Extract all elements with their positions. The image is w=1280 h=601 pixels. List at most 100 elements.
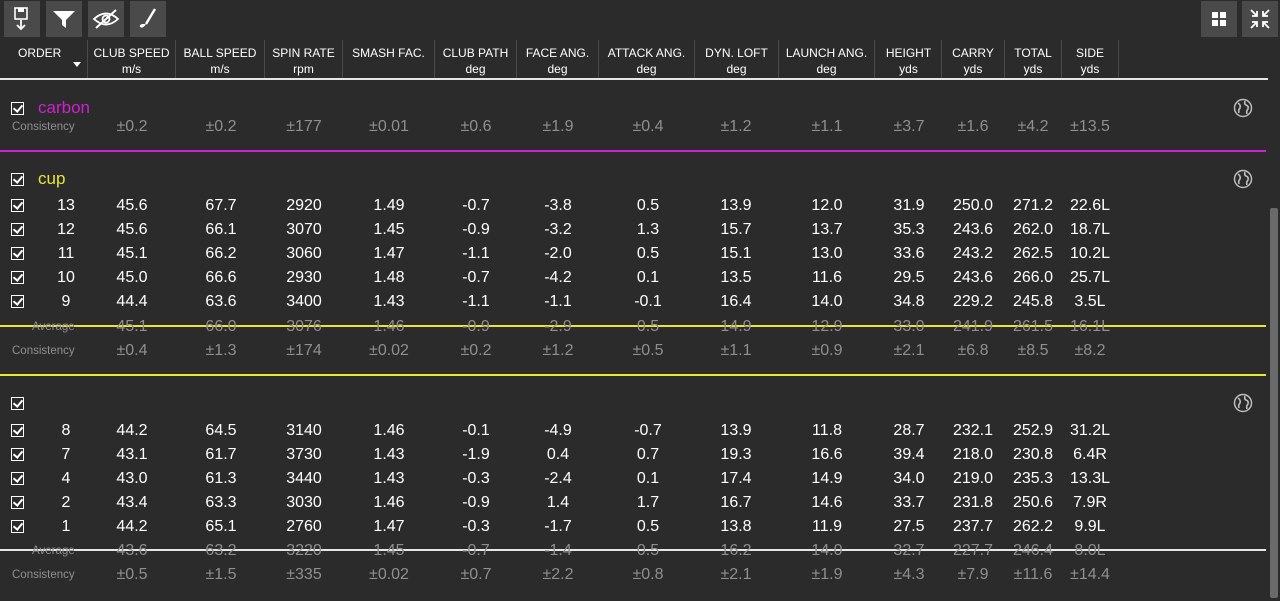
- shot-checkbox[interactable]: [11, 520, 24, 533]
- column-unit: yds: [963, 62, 983, 76]
- value-club-path: ±0.7: [460, 566, 492, 583]
- shot-row[interactable]: 7 43.1 61.7 3730 1.43 -1.9 0.4 0.7 19.3 16.6 39.4 2…: [0, 443, 1266, 467]
- value-club-speed: 44.2: [116, 422, 148, 439]
- column-header-ball-speed[interactable]: BALL SPEED m/s: [176, 40, 265, 78]
- save-down-button[interactable]: [4, 1, 40, 37]
- value-smash-fac: 1.43: [373, 446, 405, 463]
- value-smash-fac: 1.47: [373, 518, 405, 535]
- column-unit: m/s: [210, 62, 230, 76]
- column-unit: deg: [465, 62, 486, 76]
- value-smash-fac: 1.46: [373, 422, 405, 439]
- column-header-order[interactable]: ORDER: [0, 40, 88, 78]
- sort-desc-icon[interactable]: [73, 62, 81, 67]
- column-header-carry[interactable]: CARRY yds: [942, 40, 1005, 78]
- value-ball-speed: 65.1: [205, 518, 237, 535]
- shot-order: 2: [61, 494, 71, 511]
- value-dyn-loft: 16.2: [720, 542, 752, 559]
- column-header-face-ang[interactable]: FACE ANG. deg: [517, 40, 599, 78]
- value-dyn-loft: 17.4: [720, 470, 752, 487]
- column-label: BALL SPEED: [183, 46, 257, 60]
- column-unit: yds: [1080, 62, 1100, 76]
- shot-checkbox[interactable]: [11, 472, 24, 485]
- value-spin-rate: 3730: [286, 446, 322, 463]
- group-unnamed: 8 44.2 64.5 3140 1.46 -0.1 -4.9 -0.7 13.9 11.8 2 8.…: [0, 80, 1266, 601]
- shot-checkbox[interactable]: [11, 448, 24, 461]
- value-spin-rate: 3140: [286, 422, 322, 439]
- value-side: 9.9L: [1074, 518, 1106, 535]
- value-dyn-loft: ±2.1: [720, 566, 752, 583]
- value-spin-rate: ±335: [286, 566, 322, 583]
- value-launch-ang: 14.6: [811, 494, 843, 511]
- column-header-side[interactable]: SIDE yds: [1062, 40, 1119, 78]
- shot-checkbox[interactable]: [11, 424, 24, 437]
- column-label: LAUNCH ANG.: [785, 46, 868, 60]
- column-unit: deg: [547, 62, 568, 76]
- value-club-path: -1.9: [462, 446, 490, 463]
- hide-button[interactable]: [88, 1, 124, 37]
- column-header-attack-ang[interactable]: ATTACK ANG. deg: [599, 40, 695, 78]
- value-ball-speed: 61.3: [205, 470, 237, 487]
- scrollbar-thumb[interactable]: [1270, 208, 1278, 598]
- column-header-dyn-loft[interactable]: DYN. LOFT deg: [695, 40, 779, 78]
- value-side: 6.4R: [1073, 446, 1107, 463]
- shot-row[interactable]: 2 43.4 63.3 3030 1.46 -0.9 1.4 1.7 16.7 14.6 33.7 2…: [0, 491, 1266, 515]
- value-dyn-loft: 13.8: [720, 518, 752, 535]
- save-down-icon: [14, 7, 28, 31]
- grid-view-button[interactable]: [1201, 1, 1237, 37]
- column-header-club-speed[interactable]: CLUB SPEED m/s: [88, 40, 176, 78]
- column-label: ATTACK ANG.: [607, 46, 686, 60]
- value-club-speed: 43.0: [116, 470, 148, 487]
- collapse-button[interactable]: [1242, 1, 1278, 37]
- value-launch-ang: 14.0: [811, 542, 843, 559]
- shot-row[interactable]: 4 43.0 61.3 3440 1.43 -0.3 -2.4 0.1 17.4 14.9 34.0…: [0, 467, 1266, 491]
- consistency-label: Consistency: [12, 569, 75, 581]
- value-attack-ang: -0.7: [634, 422, 662, 439]
- column-header-smash-fac[interactable]: SMASH FAC.: [343, 40, 435, 78]
- column-label: SPIN RATE: [272, 46, 335, 60]
- value-launch-ang: 16.6: [811, 446, 843, 463]
- average-label: Average: [32, 545, 75, 557]
- value-club-path: -0.7: [462, 542, 490, 559]
- value-club-speed: 43.6: [116, 542, 148, 559]
- value-club-speed: 44.2: [116, 518, 148, 535]
- column-unit: deg: [636, 62, 657, 76]
- value-launch-ang: 11.9: [812, 518, 842, 535]
- value-face-ang: 0.4: [546, 446, 570, 463]
- value-smash-fac: 1.46: [373, 494, 405, 511]
- shots-table: carbon Consistency ±0.2 ±0.2 ±177 ±0.01 ±0.6 ±1…: [0, 80, 1266, 601]
- shot-row[interactable]: 1 44.2 65.1 2760 1.47 -0.3 -1.7 0.5 13.8 11.9 27.5…: [0, 515, 1266, 539]
- column-header-club-path[interactable]: CLUB PATH deg: [435, 40, 517, 78]
- value-attack-ang: ±0.8: [632, 566, 664, 583]
- grid-view-icon: [1212, 12, 1226, 26]
- globe-icon[interactable]: [1233, 393, 1253, 413]
- shot-order: 1: [61, 518, 71, 535]
- value-face-ang: -4.9: [544, 422, 572, 439]
- column-header-height[interactable]: HEIGHT yds: [876, 40, 942, 78]
- column-label: DYN. LOFT: [705, 46, 768, 60]
- column-label: SIDE: [1075, 46, 1104, 60]
- column-unit: m/s: [121, 62, 142, 76]
- shot-order: 4: [61, 470, 71, 487]
- shot-row[interactable]: 8 44.2 64.5 3140 1.46 -0.1 -4.9 -0.7 13.9 11.8 28.…: [0, 419, 1266, 443]
- consistency-row: Consistency ±0.5 ±1.5 ±335 ±0.02 ±0.7 ±2.2 ±0.8…: [0, 563, 1266, 587]
- filter-play-icon: [53, 11, 75, 28]
- vertical-scrollbar[interactable]: [1268, 80, 1280, 601]
- club-button[interactable]: [130, 1, 166, 37]
- column-header-total[interactable]: TOTAL yds: [1005, 40, 1062, 78]
- value-face-ang: ±2.2: [542, 566, 574, 583]
- value-club-path: -0.3: [462, 470, 490, 487]
- value-face-ang: -2.4: [544, 470, 572, 487]
- filter-play-button[interactable]: [46, 1, 82, 37]
- column-header-launch-ang[interactable]: LAUNCH ANG. deg: [779, 40, 875, 78]
- column-label: CLUB PATH: [442, 46, 509, 60]
- shot-checkbox[interactable]: [11, 496, 24, 509]
- golf-club-icon: [139, 8, 157, 28]
- value-side: ±14.4: [1070, 566, 1110, 583]
- column-unit: rpm: [293, 62, 314, 76]
- value-launch-ang: ±1.9: [811, 566, 843, 583]
- value-club-path: -0.1: [462, 422, 490, 439]
- column-unit: deg: [726, 62, 747, 76]
- column-header-spin-rate[interactable]: SPIN RATE rpm: [265, 40, 343, 78]
- group-checkbox[interactable]: [11, 397, 24, 410]
- value-ball-speed: 64.5: [205, 422, 237, 439]
